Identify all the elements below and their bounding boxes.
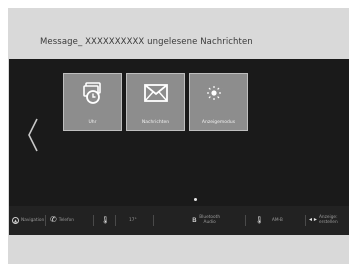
phone-icon: ✆ (50, 215, 57, 224)
status-label: AM-B (271, 217, 283, 223)
tile-label: Uhr (88, 120, 97, 125)
divider (115, 215, 116, 226)
divider (245, 215, 246, 226)
status-label: Anzeige: erstellen (318, 215, 338, 225)
tile-messages[interactable]: Nachrichten (126, 73, 185, 131)
tile-label: Nachrichten (141, 120, 170, 125)
status-bar: ▲ Navigation ✆ Telefon 🌡︎ 17° ʙ Bluetoot… (9, 206, 349, 235)
status-radio[interactable]: 🌡︎ AM-B (255, 213, 283, 227)
status-phone[interactable]: ✆ Telefon (50, 213, 74, 227)
clock-icon (64, 79, 121, 107)
page-indicator-dot (194, 198, 197, 201)
status-display[interactable]: ◂ ▸ Anzeige: erstellen (309, 213, 338, 227)
bluetooth-icon: ʙ (192, 215, 197, 224)
status-climate-left[interactable]: 🌡︎ (101, 213, 110, 227)
status-temperature[interactable]: 17° (127, 213, 137, 227)
chevron-left-icon (28, 118, 38, 152)
status-bluetooth-audio[interactable]: ʙ Bluetooth Audio (192, 213, 221, 227)
previous-page-arrow[interactable] (27, 118, 39, 156)
infotainment-screen: Uhr Nachrichten Anzeigemodus ▲ Navigatio… (9, 59, 349, 235)
message-header: Message_ XXXXXXXXXX ungelesene Nachricht… (40, 37, 253, 47)
status-label: Navigation (21, 217, 45, 223)
status-navigation[interactable]: ▲ Navigation (12, 213, 44, 227)
envelope-icon (127, 79, 184, 107)
tile-label: Anzeigemodus (201, 120, 236, 125)
day-night-icon (190, 79, 247, 107)
temperature-icon: 🌡︎ (101, 216, 110, 224)
status-label: 17° (129, 217, 137, 223)
divider (153, 215, 154, 226)
tile-clock[interactable]: Uhr (63, 73, 122, 131)
fm-icon: 🌡︎ (255, 216, 264, 224)
status-label: Telefon (58, 217, 74, 223)
display-icon: ◂ ▸ (309, 216, 317, 223)
tile-display-mode[interactable]: Anzeigemodus (189, 73, 248, 131)
divider (305, 215, 306, 226)
navigation-icon: ▲ (12, 216, 19, 224)
status-label: Bluetooth Audio (199, 215, 221, 225)
divider (93, 215, 94, 226)
divider (45, 215, 46, 226)
